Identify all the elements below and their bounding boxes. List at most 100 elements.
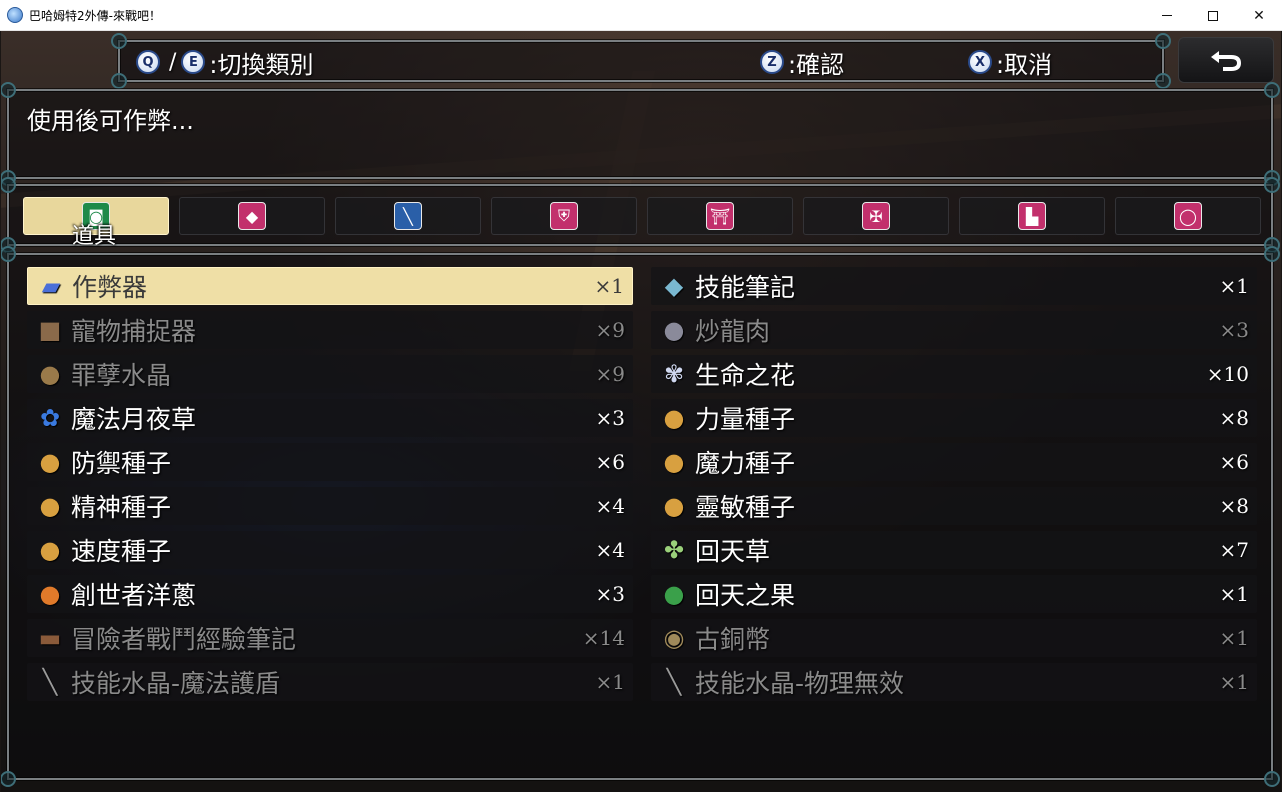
item-name: 技能水晶-物理無效 (695, 669, 905, 698)
item-icon-glyph: ● (663, 316, 685, 344)
corner-ornament (1, 82, 16, 98)
seed-icon: ● (35, 491, 65, 521)
back-button[interactable] (1178, 37, 1274, 83)
item-count: ×9 (595, 318, 625, 342)
item-slot[interactable]: ● 魔力種子 ×6 (651, 443, 1257, 481)
item-count: ×6 (595, 450, 625, 474)
money-bag-icon: ● (35, 359, 65, 389)
item-icon-glyph: ╲ (666, 668, 682, 696)
item-slot[interactable]: ✿ 魔法月夜草 ×3 (27, 399, 633, 437)
seed-icon: ● (659, 491, 689, 521)
item-icon-glyph: ● (39, 360, 61, 388)
ring-icon: ◯ (1174, 202, 1202, 230)
item-icon-glyph: ▬ (38, 624, 62, 652)
item-slot[interactable]: ● 力量種子 ×8 (651, 399, 1257, 437)
item-slot[interactable]: ╲ 技能水晶-魔法護盾 ×1 (27, 663, 633, 701)
category-tab[interactable]: ▙ (959, 197, 1105, 235)
item-name: 古銅幣 (695, 625, 771, 654)
item-slot[interactable]: ◉ 古銅幣 ×1 (651, 619, 1257, 657)
confirm-label: :確認 (788, 50, 845, 79)
seed-icon: ● (659, 447, 689, 477)
item-name: 防禦種子 (71, 449, 172, 478)
back-arrow-icon (1211, 51, 1241, 71)
z-key-icon: Z (760, 50, 784, 74)
maximize-icon (1208, 10, 1218, 21)
item-count: ×7 (1219, 538, 1249, 562)
item-icon-glyph: ● (663, 404, 685, 432)
category-tab[interactable]: ⛩ (647, 197, 793, 235)
shield-icon: ⛨ (550, 202, 578, 230)
description-panel: 使用後可作弊... (1, 82, 1280, 186)
coin-icon: ◉ (659, 623, 689, 653)
item-icon-glyph: ● (39, 492, 61, 520)
herb-icon: ✤ (659, 535, 689, 565)
item-slot[interactable]: ■ 寵物捕捉器 ×9 (27, 311, 633, 349)
item-count: ×4 (595, 538, 625, 562)
item-slot[interactable]: ● 回天之果 ×1 (651, 575, 1257, 613)
item-slot[interactable]: ● 炒龍肉 ×3 (651, 311, 1257, 349)
category-tab[interactable]: ◆ (179, 197, 325, 235)
item-slot[interactable]: ● 精神種子 ×4 (27, 487, 633, 525)
window-title: 巴哈姆特2外傳-來戰吧！ (29, 8, 161, 23)
item-slot[interactable]: ● 罪孽水晶 ×9 (27, 355, 633, 393)
crystal-icon: ╲ (35, 667, 65, 697)
corner-ornament (1155, 33, 1171, 49)
category-tab[interactable]: ◙ 道具 (23, 197, 169, 249)
item-slot[interactable]: ● 靈敏種子 ×8 (651, 487, 1257, 525)
close-icon: ✕ (1253, 7, 1265, 24)
cheat-device-icon: ▰ (36, 271, 66, 301)
sword-icon: ╲ (394, 202, 422, 230)
green-fruit-icon: ● (659, 579, 689, 609)
item-slot[interactable]: ● 防禦種子 ×6 (27, 443, 633, 481)
help-bar: Q / E :切換類別 Z :確認 X :取消 (111, 33, 1171, 89)
corner-ornament (1264, 177, 1280, 193)
item-count: ×14 (582, 626, 625, 650)
item-slot[interactable]: ● 速度種子 ×4 (27, 531, 633, 569)
seed-icon: ● (35, 447, 65, 477)
close-button[interactable]: ✕ (1236, 0, 1282, 31)
category-tab[interactable]: ✠ (803, 197, 949, 235)
item-slot[interactable]: ✾ 生命之花 ×10 (651, 355, 1257, 393)
item-count: ×1 (1219, 670, 1249, 694)
category-tab[interactable]: ◯ (1115, 197, 1261, 235)
item-count: ×8 (1219, 406, 1249, 430)
hint-slash: / (169, 49, 177, 75)
e-key-icon: E (181, 50, 206, 74)
item-name: 回天之果 (695, 581, 796, 610)
item-slot[interactable]: ▰ 作弊器 ×1 (27, 267, 633, 305)
corner-ornament (111, 33, 127, 49)
item-count: ×1 (1219, 274, 1249, 298)
corner-ornament (1, 246, 16, 262)
item-name: 精神種子 (71, 493, 172, 522)
item-list-panel: ▰ 作弊器 ×1 ■ 寵物捕捉器 ×9 ● 罪孽水晶 ×9 ✿ 魔法月夜草 ×3 ● 防禦種子 ×6 ● 精神種… (1, 246, 1280, 787)
maximize-button[interactable] (1190, 0, 1236, 31)
item-name: 冒險者戰鬥經驗筆記 (71, 625, 297, 654)
item-name: 技能水晶-魔法護盾 (71, 669, 281, 698)
x-key-icon: X (968, 50, 992, 74)
game-screen: Q / E :切換類別 Z :確認 X :取消 使用後可作弊... ◙ 道具 ◆ ╲ ⛨ (1, 31, 1281, 792)
category-tab[interactable]: ╲ (335, 197, 481, 235)
item-count: ×3 (595, 406, 625, 430)
item-icon-glyph: ● (663, 448, 685, 476)
item-icon-glyph: ◉ (663, 624, 685, 652)
minimize-icon (1162, 15, 1172, 16)
item-slot[interactable]: ● 創世者洋蔥 ×3 (27, 575, 633, 613)
item-name: 速度種子 (71, 537, 172, 566)
item-name: 罪孽水晶 (71, 361, 172, 390)
corner-ornament (1, 177, 16, 193)
item-slot[interactable]: ✤ 回天草 ×7 (651, 531, 1257, 569)
boots-icon: ▙ (1018, 202, 1046, 230)
flower-wand-icon: ✾ (659, 359, 689, 389)
item-slot[interactable]: ◆ 技能筆記 ×1 (651, 267, 1257, 305)
item-icon-glyph: ◆ (664, 272, 684, 300)
category-tab[interactable]: ⛨ (491, 197, 637, 235)
pet-capture-box-icon: ■ (35, 315, 65, 345)
switch-category-hint: Q / E :切換類別 (136, 48, 314, 79)
item-icon-glyph: ● (39, 580, 61, 608)
item-name: 魔力種子 (695, 449, 796, 478)
item-icon-glyph: ✿ (39, 404, 61, 432)
item-slot[interactable]: ╲ 技能水晶-物理無效 ×1 (651, 663, 1257, 701)
item-slot[interactable]: ▬ 冒險者戰鬥經驗筆記 ×14 (27, 619, 633, 657)
minimize-button[interactable] (1144, 0, 1190, 31)
item-name: 靈敏種子 (695, 493, 796, 522)
